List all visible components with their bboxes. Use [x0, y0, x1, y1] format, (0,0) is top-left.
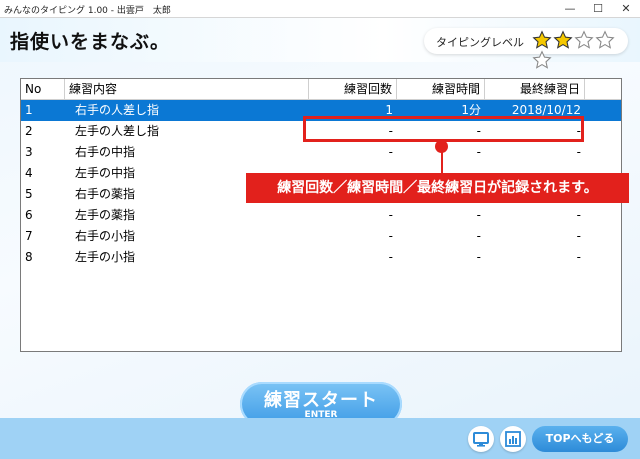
row-name: 右手の人差し指	[75, 103, 160, 117]
star-icon	[532, 30, 552, 49]
annotation-callout: 練習回数／練習時間／最終練習日が記録されます。	[246, 173, 629, 203]
back-to-top-button[interactable]: TOPへもどる	[532, 426, 628, 452]
star-empty-icon	[532, 50, 552, 69]
annotation-dot	[435, 140, 448, 153]
col-count[interactable]: 練習回数	[309, 79, 397, 99]
row-name: 右手の小指	[75, 229, 136, 243]
table-row[interactable]: 8 左手の小指 - - -	[21, 247, 621, 268]
window-titlebar: みんなのタイピング 1.00 - 出雲戸 太郎 — ☐ ✕	[0, 0, 640, 18]
row-name: 左手の人差し指	[75, 124, 160, 138]
minimize-button[interactable]: —	[556, 0, 584, 17]
app-area: 指使いをまなぶ。 タイピングレベル No 練習内容 練習回数 練習時間 最終練習…	[0, 18, 640, 459]
row-name: 左手の小指	[75, 250, 136, 264]
typing-level-indicator: タイピングレベル	[424, 28, 628, 69]
statistics-button[interactable]	[500, 426, 526, 452]
page-title: 指使いをまなぶ。	[10, 31, 171, 53]
row-time: -	[476, 250, 481, 264]
row-date: -	[576, 229, 581, 243]
table-row[interactable]: 6 左手の薬指 - - -	[21, 205, 621, 226]
level-stars	[532, 30, 628, 70]
col-time[interactable]: 練習時間	[397, 79, 485, 99]
row-no: 8	[25, 250, 33, 264]
row-name: 左手の薬指	[75, 208, 136, 222]
row-date: -	[576, 145, 581, 159]
annotation-highlight-box	[303, 116, 584, 142]
row-time: -	[476, 229, 481, 243]
start-practice-label: 練習スタート	[264, 390, 378, 411]
row-no: 7	[25, 229, 33, 243]
row-count: -	[388, 208, 393, 222]
row-no: 3	[25, 145, 33, 159]
star-icon	[553, 30, 573, 49]
row-date: -	[576, 250, 581, 264]
star-empty-icon	[595, 30, 615, 49]
window-title: みんなのタイピング 1.00 - 出雲戸 太郎	[4, 6, 171, 16]
close-button[interactable]: ✕	[612, 0, 640, 17]
row-count: -	[388, 250, 393, 264]
row-count: -	[388, 145, 393, 159]
monitor-button[interactable]	[468, 426, 494, 452]
row-date: -	[576, 208, 581, 222]
row-no: 5	[25, 187, 33, 201]
row-no: 6	[25, 208, 33, 222]
col-name[interactable]: 練習内容	[65, 79, 309, 99]
row-no: 4	[25, 166, 33, 180]
col-date[interactable]: 最終練習日	[485, 79, 585, 99]
col-no[interactable]: No	[21, 79, 65, 99]
table-row[interactable]: 3 右手の中指 - - -	[21, 142, 621, 163]
monitor-icon	[473, 432, 489, 447]
table-row[interactable]: 7 右手の小指 - - -	[21, 226, 621, 247]
row-name: 右手の中指	[75, 145, 136, 159]
row-time: -	[476, 208, 481, 222]
typing-level-label: タイピングレベル	[436, 36, 524, 49]
star-empty-icon	[574, 30, 594, 49]
row-no: 1	[25, 103, 33, 117]
chart-icon	[505, 431, 521, 447]
row-no: 2	[25, 124, 33, 138]
row-count: -	[388, 229, 393, 243]
footer-bar: TOPへもどる	[0, 418, 640, 459]
maximize-button[interactable]: ☐	[584, 0, 612, 17]
table-header: No 練習内容 練習回数 練習時間 最終練習日	[21, 79, 621, 100]
